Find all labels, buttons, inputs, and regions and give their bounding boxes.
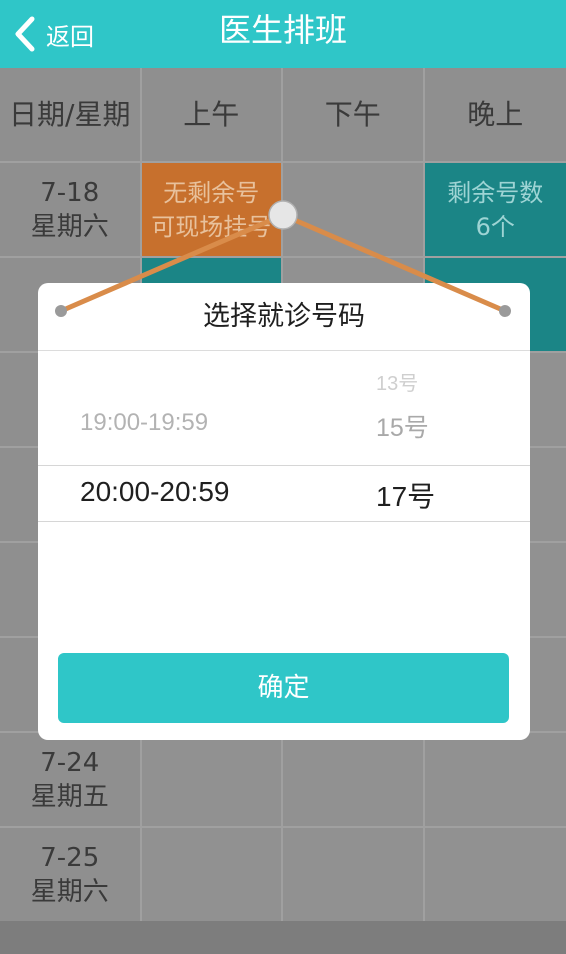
slot-cell-afternoon xyxy=(283,733,425,828)
date-cell: 7-18 星期六 xyxy=(0,163,142,258)
number-picker[interactable]: 19:00-19:59 20:00-20:59 13号 15号 17号 xyxy=(38,351,530,611)
slot-cell-morning xyxy=(141,733,283,828)
slot-cell-afternoon xyxy=(283,163,425,258)
number-option[interactable]: 15号 xyxy=(376,408,429,444)
time-option-selected[interactable]: 20:00-20:59 xyxy=(80,476,229,508)
schedule-row: 7-25 星期六 xyxy=(0,828,566,923)
date-cell: 7-25 星期六 xyxy=(0,828,142,923)
column-header-evening: 晚上 xyxy=(424,68,566,163)
weekday-label: 星期六 xyxy=(30,211,109,242)
date-label: 7-18 xyxy=(40,177,100,208)
schedule-row: 7-24 星期五 xyxy=(0,733,566,828)
slot-cell-morning xyxy=(141,828,283,923)
number-picker-dialog: 选择就诊号码 19:00-19:59 20:00-20:59 13号 15号 1… xyxy=(38,283,530,740)
weekday-label: 星期六 xyxy=(30,876,109,907)
bottom-bar xyxy=(0,921,566,954)
slot-cell-morning[interactable]: 无剩余号 可现场挂号 xyxy=(141,163,283,258)
slot-cell-evening xyxy=(424,733,566,828)
dialog-title: 选择就诊号码 xyxy=(38,283,530,351)
column-header-afternoon: 下午 xyxy=(283,68,425,163)
column-header-morning: 上午 xyxy=(141,68,283,163)
number-option-selected[interactable]: 17号 xyxy=(376,475,435,515)
slot-status: 剩余号数 xyxy=(447,178,544,207)
schedule-header-row: 日期/星期 上午 下午 晚上 xyxy=(0,68,566,163)
selection-line-bottom xyxy=(38,521,530,522)
date-label: 7-25 xyxy=(40,842,100,873)
confirm-button[interactable]: 确定 xyxy=(58,653,509,723)
selection-line-top xyxy=(38,465,530,466)
time-option[interactable]: 19:00-19:59 xyxy=(80,409,208,437)
page-title: 医生排班 xyxy=(218,11,347,49)
slot-cell-evening xyxy=(424,828,566,923)
slot-cell-afternoon xyxy=(283,828,425,923)
slot-cell-evening[interactable]: 剩余号数 6个 xyxy=(424,163,566,258)
column-header-date: 日期/星期 xyxy=(0,68,142,163)
slot-note: 可现场挂号 xyxy=(151,212,272,241)
date-cell: 7-24 星期五 xyxy=(0,733,142,828)
date-label: 7-24 xyxy=(40,747,100,778)
header-bar: 返回 医生排班 xyxy=(0,0,566,68)
weekday-label: 星期五 xyxy=(30,781,109,812)
slot-status: 无剩余号 xyxy=(163,178,260,207)
slot-count: 6个 xyxy=(475,212,515,241)
schedule-row: 7-18 星期六 无剩余号 可现场挂号 剩余号数 6个 xyxy=(0,163,566,258)
number-option[interactable]: 13号 xyxy=(376,367,418,396)
